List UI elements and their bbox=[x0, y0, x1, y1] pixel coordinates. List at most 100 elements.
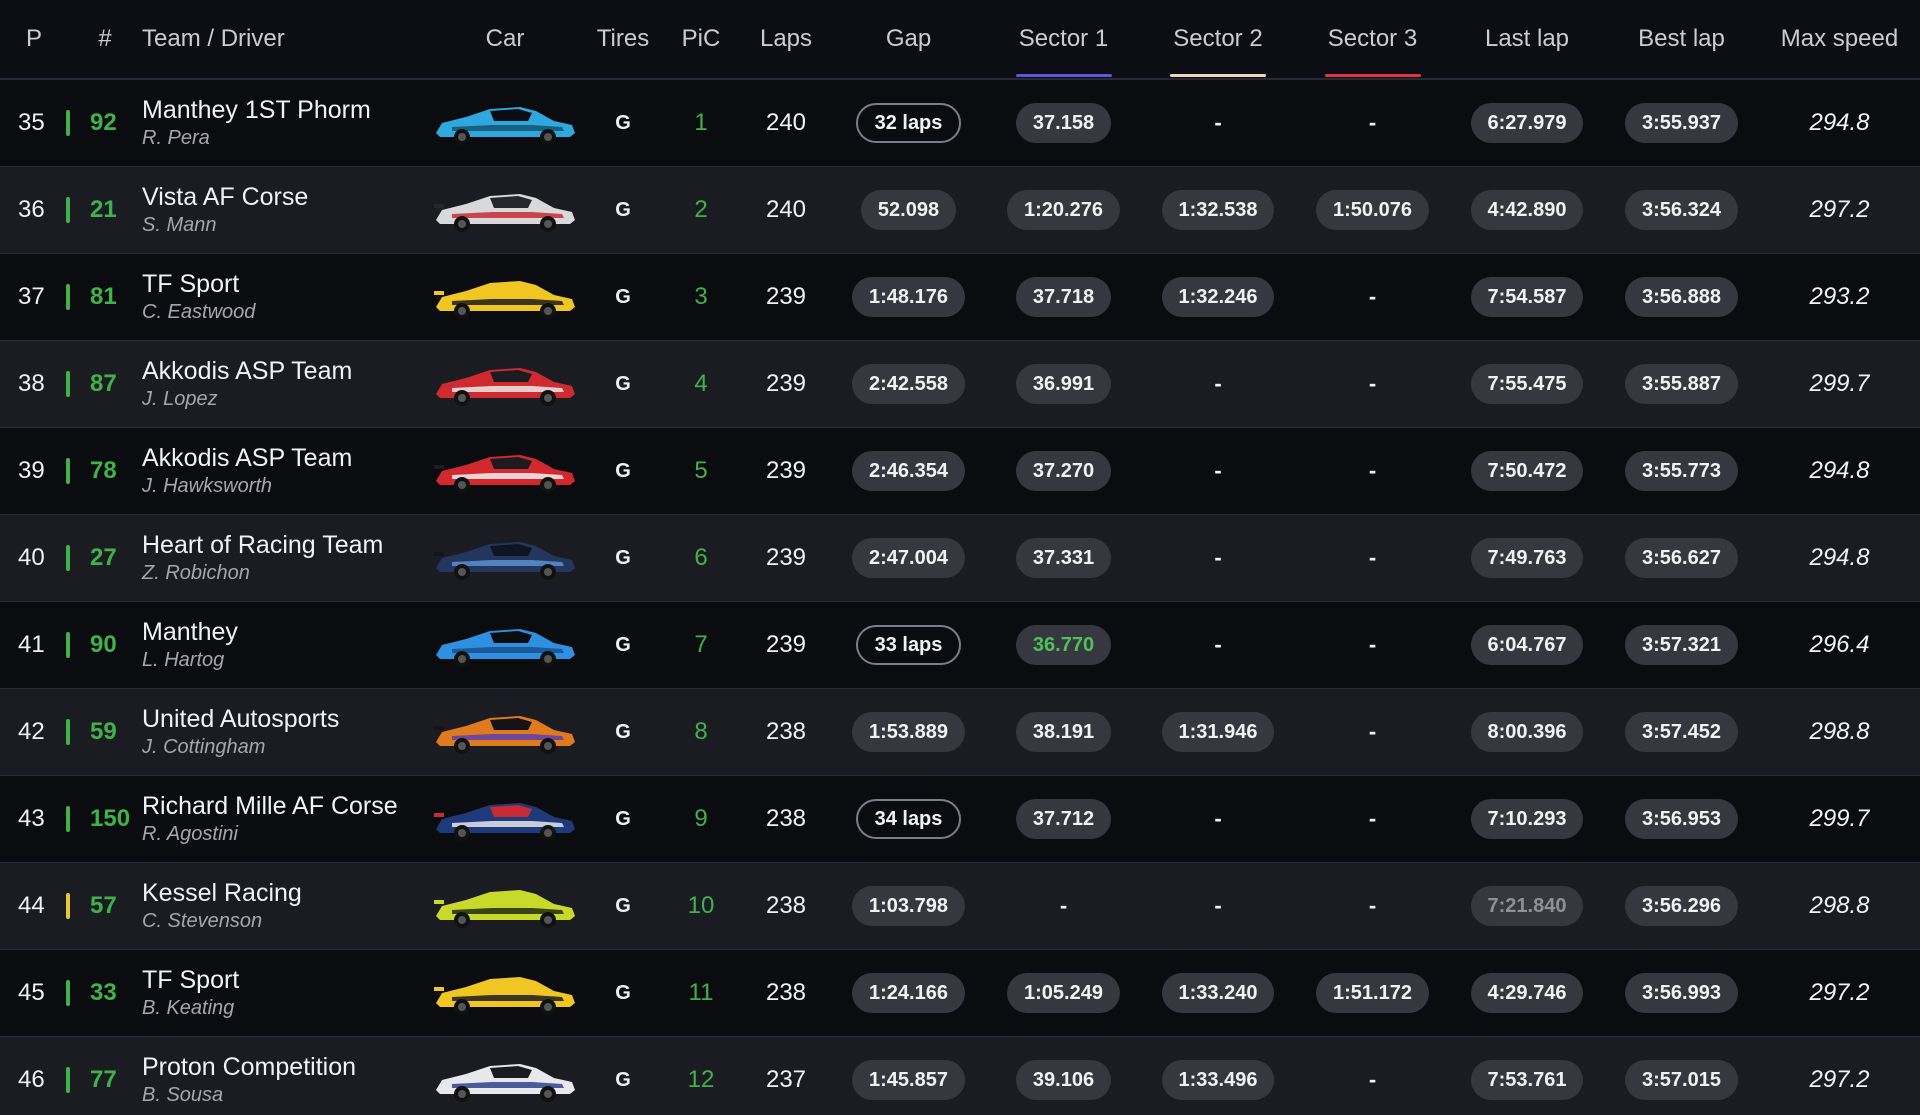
table-row[interactable]: 38 87 Akkodis ASP Team J. Lopez G 4 239 … bbox=[0, 341, 1920, 428]
gap-pill: 2:42.558 bbox=[852, 364, 965, 404]
car-cell bbox=[425, 950, 585, 1036]
header-team-driver[interactable]: Team / Driver bbox=[142, 0, 425, 79]
car-livery-icon bbox=[434, 977, 575, 1015]
header-sector-1[interactable]: Sector 1 bbox=[986, 0, 1141, 79]
table-row[interactable]: 43 150 Richard Mille AF Corse R. Agostin… bbox=[0, 776, 1920, 863]
max-speed-cell: 299.7 bbox=[1759, 341, 1920, 427]
header-best-lap[interactable]: Best lap bbox=[1604, 0, 1759, 79]
team-name: Kessel Racing bbox=[142, 879, 302, 907]
class-indicator-bar bbox=[66, 110, 70, 136]
sector-2-cell: - bbox=[1141, 776, 1295, 862]
position-in-class-cell: 9 bbox=[661, 776, 741, 862]
team-driver-cell[interactable]: Kessel Racing C. Stevenson bbox=[142, 863, 425, 949]
position-in-class: 11 bbox=[688, 979, 714, 1006]
table-row[interactable]: 41 90 Manthey L. Hartog G 7 239 33 laps … bbox=[0, 602, 1920, 689]
header-position-in-class[interactable]: PiC bbox=[661, 0, 741, 79]
max-speed: 293.2 bbox=[1809, 283, 1870, 310]
sector-3-pill-empty: - bbox=[1368, 893, 1377, 918]
header-last-lap[interactable]: Last lap bbox=[1450, 0, 1604, 79]
tires: G bbox=[585, 254, 661, 340]
position: 40 bbox=[18, 544, 45, 571]
laps-cell: 239 bbox=[741, 341, 831, 427]
laps: 238 bbox=[765, 718, 807, 745]
header-sector-2[interactable]: Sector 2 bbox=[1141, 0, 1295, 79]
table-row[interactable]: 36 21 Vista AF Corse S. Mann G 2 240 52.… bbox=[0, 167, 1920, 254]
best-lap-pill: 3:56.993 bbox=[1625, 973, 1738, 1013]
header-sector-3[interactable]: Sector 3 bbox=[1295, 0, 1450, 79]
last-lap-cell: 6:04.767 bbox=[1450, 602, 1604, 688]
team-driver-cell[interactable]: Manthey L. Hartog bbox=[142, 602, 425, 688]
header-tires[interactable]: Tires bbox=[585, 0, 661, 79]
table-row[interactable]: 42 59 United Autosports J. Cottingham G … bbox=[0, 689, 1920, 776]
gap-pill: 2:47.004 bbox=[852, 538, 965, 578]
car-cell bbox=[425, 341, 585, 427]
sector-2-pill: 1:31.946 bbox=[1161, 712, 1275, 752]
sector-1-underline bbox=[1015, 74, 1112, 77]
max-speed-cell: 298.8 bbox=[1759, 863, 1920, 949]
sector-1-cell: 37.718 bbox=[986, 254, 1141, 340]
table-row[interactable]: 35 92 Manthey 1ST Phorm R. Pera G 1 240 … bbox=[0, 80, 1920, 167]
header-laps[interactable]: Laps bbox=[741, 0, 831, 79]
team-driver-cell[interactable]: TF Sport C. Eastwood bbox=[142, 254, 425, 340]
best-lap-cell: 3:56.993 bbox=[1604, 950, 1759, 1036]
sector-1-cell: 1:05.249 bbox=[986, 950, 1141, 1036]
team-driver-cell[interactable]: TF Sport B. Keating bbox=[142, 950, 425, 1036]
car-livery-icon bbox=[434, 890, 575, 928]
sector-3-cell: 1:50.076 bbox=[1295, 167, 1450, 253]
header-car[interactable]: Car bbox=[425, 0, 585, 79]
team-driver-cell[interactable]: United Autosports J. Cottingham bbox=[142, 689, 425, 775]
gap-pill: 1:53.889 bbox=[852, 712, 965, 752]
max-speed: 298.8 bbox=[1809, 718, 1870, 745]
best-lap-pill: 3:56.627 bbox=[1625, 538, 1738, 578]
table-row[interactable]: 39 78 Akkodis ASP Team J. Hawksworth G 5… bbox=[0, 428, 1920, 515]
tires: G bbox=[585, 167, 661, 253]
driver-name: B. Sousa bbox=[142, 1084, 224, 1106]
best-lap-cell: 3:55.887 bbox=[1604, 341, 1759, 427]
table-row[interactable]: 46 77 Proton Competition B. Sousa G 12 2… bbox=[0, 1037, 1920, 1115]
team-driver-cell[interactable]: Richard Mille AF Corse R. Agostini bbox=[142, 776, 425, 862]
position: 46 bbox=[18, 1066, 45, 1093]
header-position[interactable]: P bbox=[0, 0, 68, 79]
team-driver-cell[interactable]: Proton Competition B. Sousa bbox=[142, 1037, 425, 1115]
team-driver-cell[interactable]: Akkodis ASP Team J. Lopez bbox=[142, 341, 425, 427]
laps-cell: 239 bbox=[741, 515, 831, 601]
header-number[interactable]: # bbox=[68, 0, 142, 79]
team-driver-cell[interactable]: Heart of Racing Team Z. Robichon bbox=[142, 515, 425, 601]
driver-name: B. Keating bbox=[142, 997, 235, 1019]
table-row[interactable]: 44 57 Kessel Racing C. Stevenson G 10 23… bbox=[0, 863, 1920, 950]
tires: G bbox=[585, 341, 661, 427]
table-row[interactable]: 37 81 TF Sport C. Eastwood G 3 239 1:48.… bbox=[0, 254, 1920, 341]
sector-1-cell: 37.712 bbox=[986, 776, 1141, 862]
team-driver-cell[interactable]: Manthey 1ST Phorm R. Pera bbox=[142, 80, 425, 166]
best-lap-pill: 3:56.888 bbox=[1625, 277, 1738, 317]
team-driver-cell[interactable]: Akkodis ASP Team J. Hawksworth bbox=[142, 428, 425, 514]
sector-1-pill: 37.712 bbox=[1015, 799, 1112, 839]
position-in-class-cell: 11 bbox=[661, 950, 741, 1036]
car-livery-icon bbox=[434, 368, 575, 406]
table-row[interactable]: 40 27 Heart of Racing Team Z. Robichon G… bbox=[0, 515, 1920, 602]
position: 45 bbox=[18, 979, 45, 1006]
last-lap-pill: 7:49.763 bbox=[1470, 538, 1584, 578]
header-max-speed[interactable]: Max speed bbox=[1759, 0, 1920, 79]
driver-name: R. Pera bbox=[142, 127, 210, 149]
sector-3-pill-empty: - bbox=[1368, 371, 1377, 396]
best-lap-pill: 3:55.937 bbox=[1625, 103, 1738, 143]
position: 44 bbox=[18, 892, 45, 919]
sector-1-cell: 36.770 bbox=[986, 602, 1141, 688]
sector-2-pill-empty: - bbox=[1214, 893, 1222, 918]
best-lap-pill: 3:56.324 bbox=[1625, 190, 1738, 230]
best-lap-pill: 3:57.321 bbox=[1625, 625, 1738, 665]
position-in-class: 5 bbox=[694, 457, 708, 484]
table-row[interactable]: 45 33 TF Sport B. Keating G 11 238 1:24.… bbox=[0, 950, 1920, 1037]
gap-cell: 52.098 bbox=[831, 167, 986, 253]
car-number-cell: 92 bbox=[66, 80, 142, 166]
sector-3-pill-empty: - bbox=[1368, 632, 1377, 657]
class-indicator-bar bbox=[66, 980, 70, 1006]
last-lap-pill: 6:27.979 bbox=[1470, 103, 1584, 143]
sector-1-cell: 36.991 bbox=[986, 341, 1141, 427]
header-sector-2-label: Sector 2 bbox=[1173, 25, 1263, 52]
position: 39 bbox=[18, 457, 45, 484]
header-gap[interactable]: Gap bbox=[831, 0, 986, 79]
tires: G bbox=[585, 863, 661, 949]
team-driver-cell[interactable]: Vista AF Corse S. Mann bbox=[142, 167, 425, 253]
